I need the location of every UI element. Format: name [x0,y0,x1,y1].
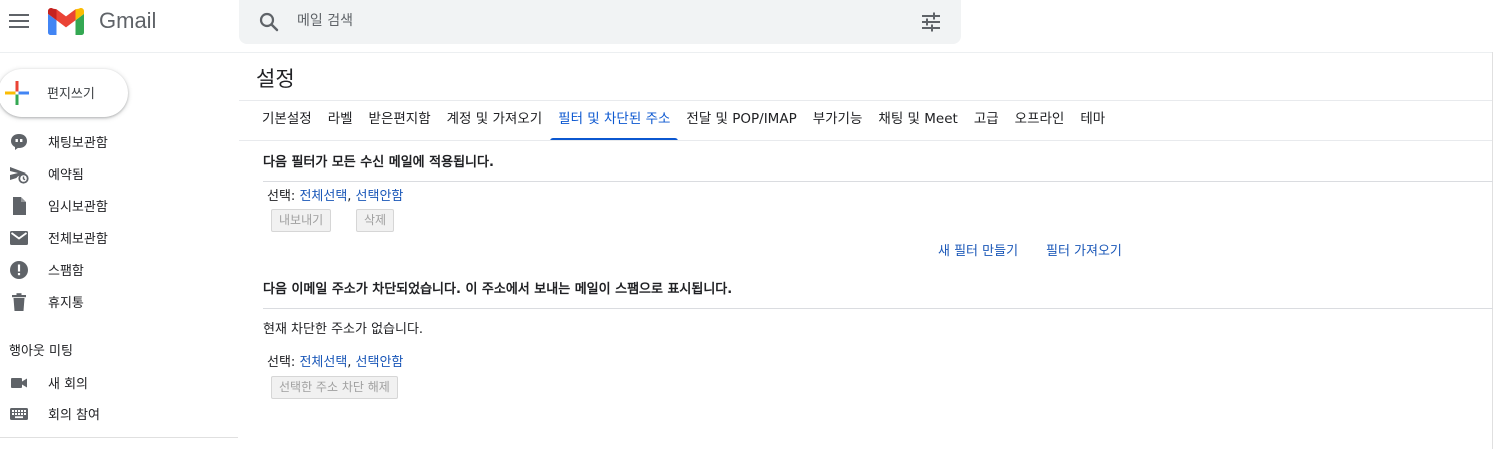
brand-name: Gmail [99,8,157,33]
compose-label: 편지쓰기 [47,87,95,102]
trash-icon [9,292,29,312]
settings-tabs: 기본설정 라벨 받은편지함 계정 및 가져오기 필터 및 차단된 주소 전달 및… [254,101,1113,141]
select-none-link[interactable]: 선택안함 [356,189,404,204]
sidebar-divider [0,437,238,438]
tab-inbox[interactable]: 받은편지함 [361,101,439,141]
scheduled-send-icon [9,164,29,184]
filters-divider [263,181,1493,182]
sidebar-item-label: 새 회의 [48,377,89,392]
search-options-icon[interactable] [919,10,943,38]
select-all-link[interactable]: 전체선택 [299,189,347,204]
video-camera-icon [9,373,29,393]
filters-select-row: 선택: 전체선택, 선택안함 [267,185,403,204]
sidebar-item-label: 채팅보관함 [48,136,108,151]
select-none-link[interactable]: 선택안함 [356,355,404,370]
select-separator: , [347,189,356,204]
gmail-logo-icon[interactable] [48,7,84,39]
select-separator: , [347,355,356,370]
search-bar [239,0,961,44]
header-divider [0,52,1493,53]
keyboard-icon [9,404,29,424]
sidebar-item-label: 휴지통 [48,296,84,311]
tab-offline[interactable]: 오프라인 [1007,101,1073,141]
tabs-divider [239,140,1492,141]
compose-plus-icon [5,81,29,109]
unblock-selected-button[interactable]: 선택한 주소 차단 해제 [271,376,398,399]
tab-filters-blocked[interactable]: 필터 및 차단된 주소 [550,101,679,141]
sidebar-item-trash[interactable]: 휴지통 [0,287,238,315]
filters-heading: 다음 필터가 모든 수신 메일에 적용됩니다. [263,155,494,170]
tab-advanced[interactable]: 고급 [966,101,1007,141]
tab-labels[interactable]: 라벨 [320,101,361,141]
sidebar-item-drafts[interactable]: 임시보관함 [0,191,238,219]
draft-icon [9,196,29,216]
compose-button[interactable]: 편지쓰기 [0,69,128,117]
sidebar-item-all-mail[interactable]: 전체보관함 [0,223,238,251]
search-input[interactable] [295,6,895,36]
sidebar-item-chat-archive[interactable]: 채팅보관함 [0,127,238,155]
select-label: 선택: [267,189,300,204]
main-menu-button[interactable] [9,12,29,30]
sidebar-item-label: 스팸함 [48,264,84,279]
tab-accounts-import[interactable]: 계정 및 가져오기 [439,101,551,141]
sidebar-item-label: 회의 참여 [48,408,100,423]
page-title: 설정 [256,67,295,91]
import-filter-link[interactable]: 필터 가져오기 [1046,240,1122,259]
search-icon[interactable] [257,10,281,38]
sidebar-item-scheduled[interactable]: 예약됨 [0,159,238,187]
report-icon [9,260,29,280]
select-all-link[interactable]: 전체선택 [299,355,347,370]
no-blocked-message: 현재 차단한 주소가 없습니다. [263,322,424,337]
tab-general[interactable]: 기본설정 [254,101,320,141]
create-filter-link[interactable]: 새 필터 만들기 [938,240,1018,259]
meet-section-title: 행아웃 미팅 [9,344,73,359]
blocked-divider [263,308,1493,309]
chat-archive-icon [9,132,29,152]
tab-chat-meet[interactable]: 채팅 및 Meet [870,101,965,141]
sidebar-item-label: 예약됨 [48,168,84,183]
sidebar-item-label: 임시보관함 [48,200,108,215]
blocked-select-row: 선택: 전체선택, 선택안함 [267,351,403,370]
sidebar-item-spam[interactable]: 스팸함 [0,255,238,283]
sidebar-item-new-meeting[interactable]: 새 회의 [0,368,238,396]
tab-forwarding-pop-imap[interactable]: 전달 및 POP/IMAP [678,101,804,141]
sidebar-item-join-meeting[interactable]: 회의 참여 [0,399,238,427]
export-button[interactable]: 내보내기 [271,209,332,232]
tab-themes[interactable]: 테마 [1072,101,1113,141]
delete-button[interactable]: 삭제 [356,209,395,232]
sidebar-item-label: 전체보관함 [48,232,108,247]
blocked-heading: 다음 이메일 주소가 차단되었습니다. 이 주소에서 보내는 메일이 스팸으로 … [263,282,733,297]
mail-icon [9,228,29,248]
select-label: 선택: [267,355,300,370]
tab-addons[interactable]: 부가기능 [805,101,871,141]
